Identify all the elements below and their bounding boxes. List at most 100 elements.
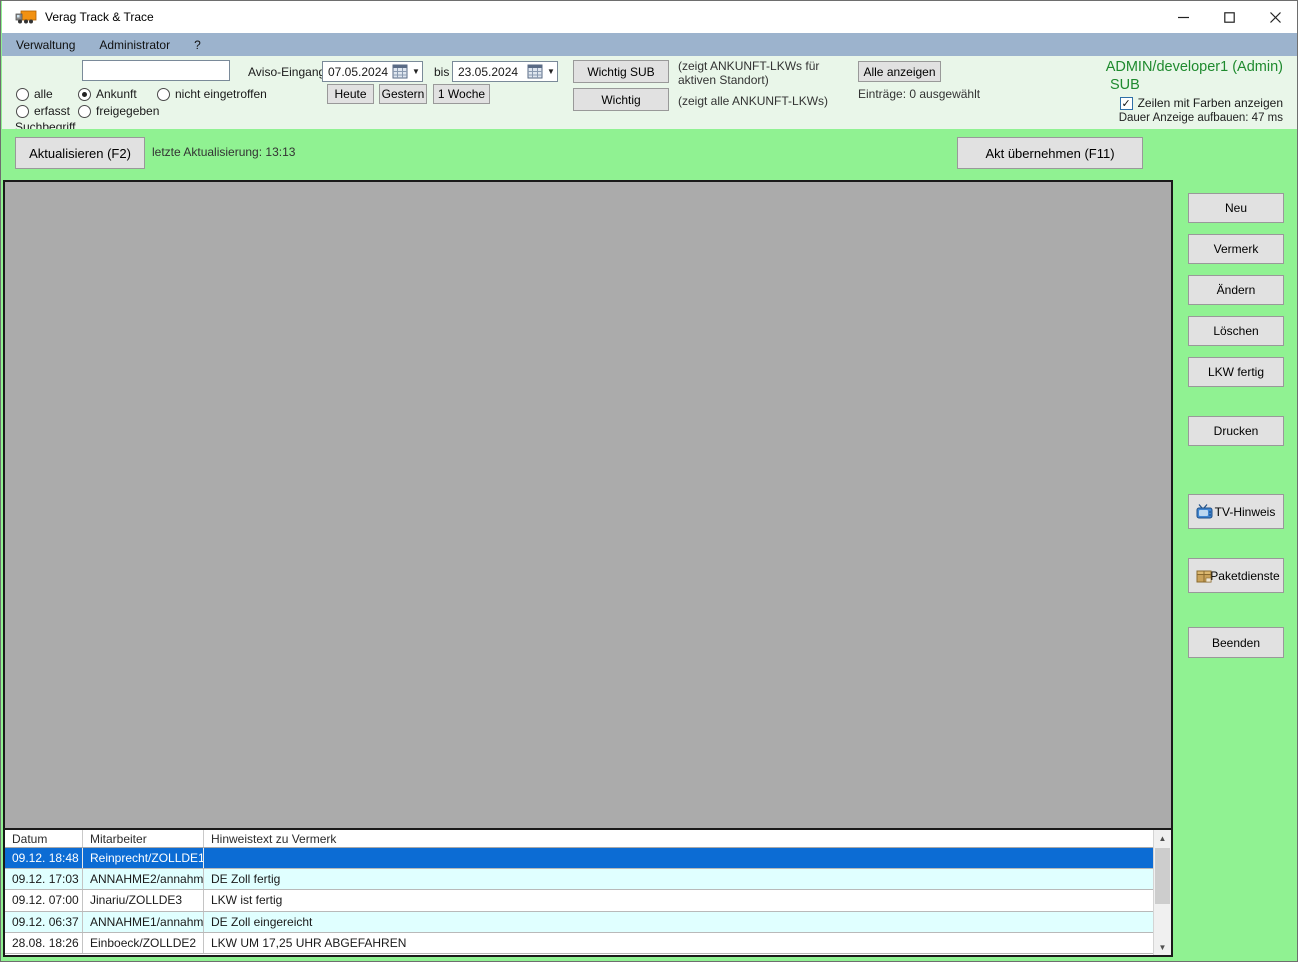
- cell-mitarbeiter: ANNAHME1/annahme1: [83, 911, 204, 932]
- menu-item-help[interactable]: ?: [184, 35, 211, 55]
- table-row[interactable]: 09.12. 06:37ANNAHME1/annahme1 DE Zoll ein…: [5, 911, 1153, 933]
- date-from-picker[interactable]: 07.05.2024 ▼: [322, 61, 423, 82]
- sidebar-button-label: Vermerk: [1213, 242, 1259, 256]
- main-grid-empty-area: [5, 182, 1171, 828]
- radio-checked-icon[interactable]: [78, 87, 91, 101]
- sidebar-button-neu[interactable]: Neu: [1188, 193, 1284, 223]
- truck-icon: [15, 10, 37, 24]
- wichtig-sub-hint: (zeigt ANKUNFT-LKWs für aktiven Standort…: [678, 59, 820, 87]
- wichtig-hint: (zeigt alle ANKUNFT-LKWs): [678, 94, 829, 108]
- cell-hinweis: DE Zoll fertig: [211, 872, 281, 887]
- sidebar-button-tv-hinweis[interactable]: TV-Hinweis: [1188, 494, 1284, 529]
- radio-unchecked-icon[interactable]: [78, 104, 91, 118]
- table-scrollbar[interactable]: ▲ ▼: [1153, 830, 1171, 955]
- content-frame: Datum Mitarbeiter Hinweistext zu Vermerk 0…: [3, 180, 1173, 957]
- current-user-label: ADMIN/developer1 (Admin): [1105, 59, 1283, 75]
- sidebar-button-loeschen[interactable]: Löschen: [1188, 316, 1284, 346]
- cell-datum: 09.12. 18:48: [5, 848, 83, 869]
- radio-label: Ankunft: [96, 87, 137, 101]
- table-row[interactable]: 09.12. 18:48 Reinprecht/ZOLLDE1: [5, 848, 1153, 870]
- sidebar-button-vermerk[interactable]: Vermerk: [1188, 234, 1284, 264]
- cell-mitarbeiter: ANNAHME2/annahme2: [83, 869, 204, 890]
- close-button[interactable]: [1252, 1, 1297, 33]
- sidebar-button-label: Drucken: [1213, 424, 1259, 438]
- chevron-down-icon[interactable]: ▼: [410, 67, 422, 76]
- table-row[interactable]: 09.12. 07:00 Jinariu/ZOLLDE3 LKW ist ferti…: [5, 890, 1153, 912]
- action-bar: Aktualisieren (F2) letzte Aktualisierung…: [2, 129, 1297, 179]
- date-to-picker[interactable]: 23.05.2024 ▼: [452, 61, 558, 82]
- cell-hinweis: LKW ist fertig: [211, 893, 283, 908]
- table-row[interactable]: 28.08. 18:26 Einboeck/ZOLLDE2 LKW UM 17,25…: [5, 932, 1153, 954]
- vermerk-table: Datum Mitarbeiter Hinweistext zu Vermerk 0…: [5, 828, 1171, 955]
- date-from-value: 07.05.2024: [328, 64, 389, 79]
- cell-hinweis: [204, 848, 1153, 868]
- radio-ankunft[interactable]: Ankunft: [78, 87, 137, 101]
- scroll-down-icon[interactable]: ▼: [1154, 939, 1171, 955]
- app-window: Verag Track & Trace Verwaltung Administra…: [0, 0, 1298, 962]
- colors-checkbox-label: Zeilen mit Farben anzeigen: [1137, 96, 1283, 110]
- radio-unchecked-icon[interactable]: [16, 104, 29, 118]
- radio-unchecked-icon[interactable]: [16, 87, 29, 101]
- sidebar-button-label: Neu: [1224, 201, 1247, 215]
- table-header-row: Datum Mitarbeiter Hinweistext zu Vermerk: [5, 830, 1153, 848]
- heute-button[interactable]: Heute: [327, 84, 374, 104]
- radio-label: erfasst: [34, 104, 71, 118]
- cell-datum: 28.08. 18:26: [5, 932, 83, 953]
- radio-erfasst[interactable]: erfasst: [16, 104, 70, 118]
- chevron-down-icon[interactable]: ▼: [545, 67, 557, 76]
- akt-uebernehmen-button[interactable]: Akt übernehmen (F11): [957, 137, 1143, 169]
- sidebar-button-beenden[interactable]: Beenden: [1188, 627, 1284, 658]
- current-site-label: SUB: [1110, 77, 1140, 93]
- minimize-button[interactable]: [1160, 1, 1206, 33]
- refresh-button[interactable]: Aktualisieren (F2): [15, 137, 145, 169]
- sidebar-button-paketdienste[interactable]: Paketdienste: [1188, 558, 1284, 593]
- duration-label: Dauer Anzeige aufbauen: 47 ms: [1118, 112, 1283, 124]
- radio-alle[interactable]: alle: [16, 87, 53, 101]
- last-refresh-label: letzte Aktualisierung: 13:13: [152, 145, 296, 159]
- alle-anzeigen-button[interactable]: Alle anzeigen: [858, 61, 941, 82]
- menu-item-verwaltung[interactable]: Verwaltung: [6, 35, 85, 55]
- date-to-value: 23.05.2024: [458, 64, 519, 79]
- 1-woche-button[interactable]: 1 Woche: [433, 84, 490, 104]
- sidebar-button-label: Beenden: [1211, 635, 1261, 650]
- cell-mitarbeiter: Jinariu/ZOLLDE3: [83, 890, 204, 911]
- checkbox-checked-icon[interactable]: ✓: [1119, 96, 1133, 110]
- title-bar: Verag Track & Trace: [2, 1, 1297, 33]
- wichtig-sub-button[interactable]: Wichtig SUB: [573, 60, 669, 83]
- maximize-button[interactable]: [1206, 1, 1252, 33]
- calendar-icon: [392, 64, 408, 79]
- cell-hinweis: DE Zoll eingereicht: [211, 914, 313, 929]
- radio-label: nicht eingetroffen: [175, 87, 267, 101]
- tv-icon: [1196, 503, 1216, 520]
- gestern-button[interactable]: Gestern: [379, 84, 427, 104]
- colors-checkbox-row[interactable]: ✓ Zeilen mit Farben anzeigen: [1119, 96, 1283, 110]
- window-title: Verag Track & Trace: [45, 10, 154, 24]
- bis-label: bis: [434, 65, 450, 79]
- column-header-datum[interactable]: Datum: [5, 830, 83, 847]
- table-row[interactable]: 09.12. 17:03ANNAHME2/annahme2 DE Zoll fer…: [5, 869, 1153, 891]
- cell-datum: 09.12. 17:03: [5, 869, 83, 890]
- scrollbar-thumb[interactable]: [1155, 848, 1170, 904]
- menu-item-administrator[interactable]: Administrator: [89, 35, 180, 55]
- radio-nicht-eingetroffen[interactable]: nicht eingetroffen: [157, 87, 267, 101]
- filter-panel: Suchbegriff alle Ankunft nicht eingetroffe…: [2, 56, 1297, 134]
- radio-label: freigegeben: [96, 104, 160, 118]
- cell-mitarbeiter: Einboeck/ZOLLDE2: [83, 932, 204, 953]
- sidebar-button-label: TV-Hinweis: [1214, 504, 1276, 519]
- radio-unchecked-icon[interactable]: [157, 87, 170, 101]
- sidebar-button-drucken[interactable]: Drucken: [1188, 416, 1284, 446]
- column-header-hinweistext[interactable]: Hinweistext zu Vermerk: [204, 830, 1153, 847]
- search-input[interactable]: [82, 60, 230, 81]
- radio-freigegeben[interactable]: freigegeben: [78, 104, 159, 118]
- package-icon: [1196, 567, 1216, 584]
- menu-bar: Verwaltung Administrator?: [2, 33, 1297, 56]
- column-header-mitarbeiter[interactable]: Mitarbeiter: [83, 830, 204, 847]
- entries-status: Einträge: 0 ausgewählt: [858, 87, 981, 101]
- sidebar-button-label: LKW fertig: [1207, 365, 1264, 379]
- scroll-up-icon[interactable]: ▲: [1154, 830, 1171, 846]
- sidebar-button-lkw-fertig[interactable]: LKW fertig: [1188, 357, 1284, 387]
- sidebar-button-aendern[interactable]: Ändern: [1188, 275, 1284, 305]
- aviso-label: Aviso-Eingang: [248, 65, 326, 79]
- wichtig-button[interactable]: Wichtig: [573, 88, 669, 111]
- cell-datum: 09.12. 06:37: [5, 911, 83, 932]
